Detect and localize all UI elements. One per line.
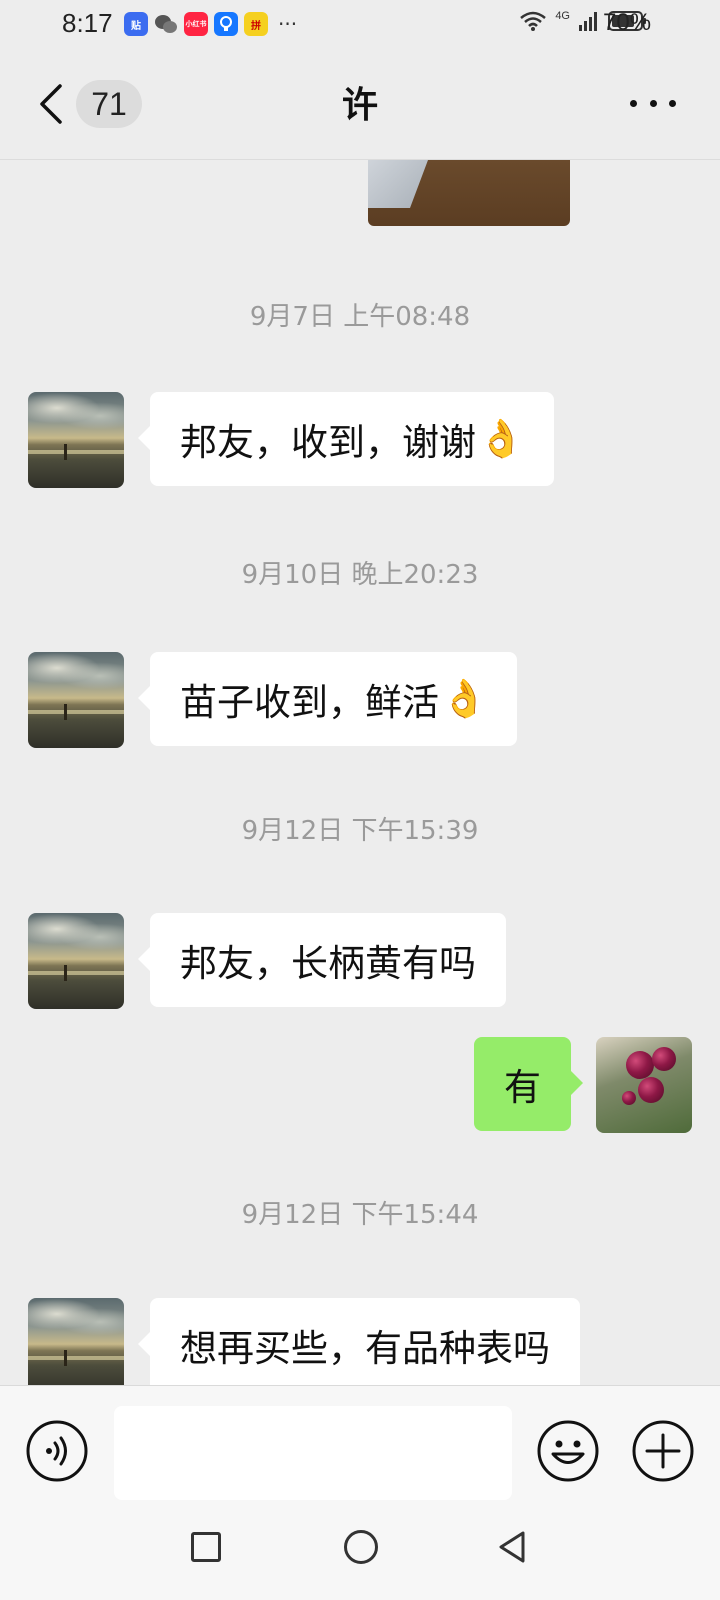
message-text: 有 xyxy=(504,1066,541,1109)
input-bar xyxy=(0,1385,720,1515)
message-timestamp: 9月7日 上午08:48 xyxy=(249,302,471,332)
emoji-button[interactable] xyxy=(536,1419,600,1483)
message-timestamp: 9月12日 下午15:44 xyxy=(241,1200,479,1230)
bulb-app-icon xyxy=(214,12,238,36)
contact-avatar[interactable] xyxy=(28,913,124,1009)
recent-apps-button[interactable] xyxy=(191,1532,221,1562)
ok-hand-emoji: 👌 xyxy=(478,417,525,460)
system-navigation-bar xyxy=(0,1515,720,1600)
notification-icons: 贴 小红书 拼 ··· xyxy=(124,12,297,36)
message-input[interactable] xyxy=(114,1406,512,1500)
battery-percent: 70% xyxy=(603,9,652,36)
message-text: 想再买些，有品种表吗 xyxy=(180,1327,550,1370)
more-functions-button[interactable] xyxy=(631,1419,695,1483)
my-avatar[interactable] xyxy=(596,1037,692,1133)
contact-avatar[interactable] xyxy=(28,392,124,488)
more-options-button[interactable] xyxy=(630,88,676,118)
status-time: 8:17 xyxy=(62,8,113,38)
ok-hand-emoji: 👌 xyxy=(441,677,488,720)
network-type: 4G xyxy=(555,10,570,22)
pinduoduo-icon: 拼 xyxy=(244,12,268,36)
wechat-icon xyxy=(154,12,178,36)
message-timestamp: 9月10日 晚上20:23 xyxy=(241,560,479,590)
photo-content xyxy=(368,160,428,208)
voice-icon xyxy=(26,1420,88,1482)
plus-icon xyxy=(632,1420,694,1482)
my-message-bubble[interactable]: 有 xyxy=(474,1037,583,1131)
chat-header: 71 许 xyxy=(0,52,720,160)
message-bubble[interactable]: 苗子收到，鲜活 👌 xyxy=(137,652,518,746)
message-list[interactable]: 9月7日 上午08:48 邦友，收到，谢谢 👌 9月10日 晚上20:23 苗子收… xyxy=(0,160,720,1385)
message-text: 邦友，长柄黄有吗 xyxy=(180,942,476,985)
system-back-button[interactable] xyxy=(495,1529,529,1565)
more-dot xyxy=(649,99,657,107)
message-bubble[interactable]: 想再买些，有品种表吗 xyxy=(138,1298,580,1385)
more-dot xyxy=(669,99,676,107)
more-dots-icon xyxy=(630,99,637,107)
signal-icon xyxy=(579,12,597,31)
message-bubble[interactable]: 邦友，长柄黄有吗 xyxy=(138,913,506,1007)
more-notifications-icon: ··· xyxy=(278,12,298,36)
chat-title: 许 xyxy=(341,85,378,126)
wifi-icon xyxy=(520,11,547,31)
xiaohongshu-icon: 小红书 xyxy=(184,12,208,36)
home-button[interactable] xyxy=(344,1530,378,1564)
message-bubble[interactable]: 邦友，收到，谢谢 👌 xyxy=(137,392,555,486)
tieba-icon: 贴 xyxy=(124,12,148,36)
message-text: 苗子收到，鲜活 xyxy=(180,681,439,724)
triangle-back-icon xyxy=(499,1531,525,1563)
contact-avatar[interactable] xyxy=(28,652,124,748)
message-timestamp: 9月12日 下午15:39 xyxy=(241,816,479,846)
message-text: 邦友，收到，谢谢 xyxy=(180,421,476,464)
smiley-icon xyxy=(537,1420,599,1482)
voice-input-button[interactable] xyxy=(25,1419,89,1483)
status-bar: 8:17 贴 小红书 拼 ··· 4G 70% xyxy=(0,0,720,50)
image-message-partial[interactable] xyxy=(368,160,570,226)
contact-avatar[interactable] xyxy=(28,1298,124,1385)
